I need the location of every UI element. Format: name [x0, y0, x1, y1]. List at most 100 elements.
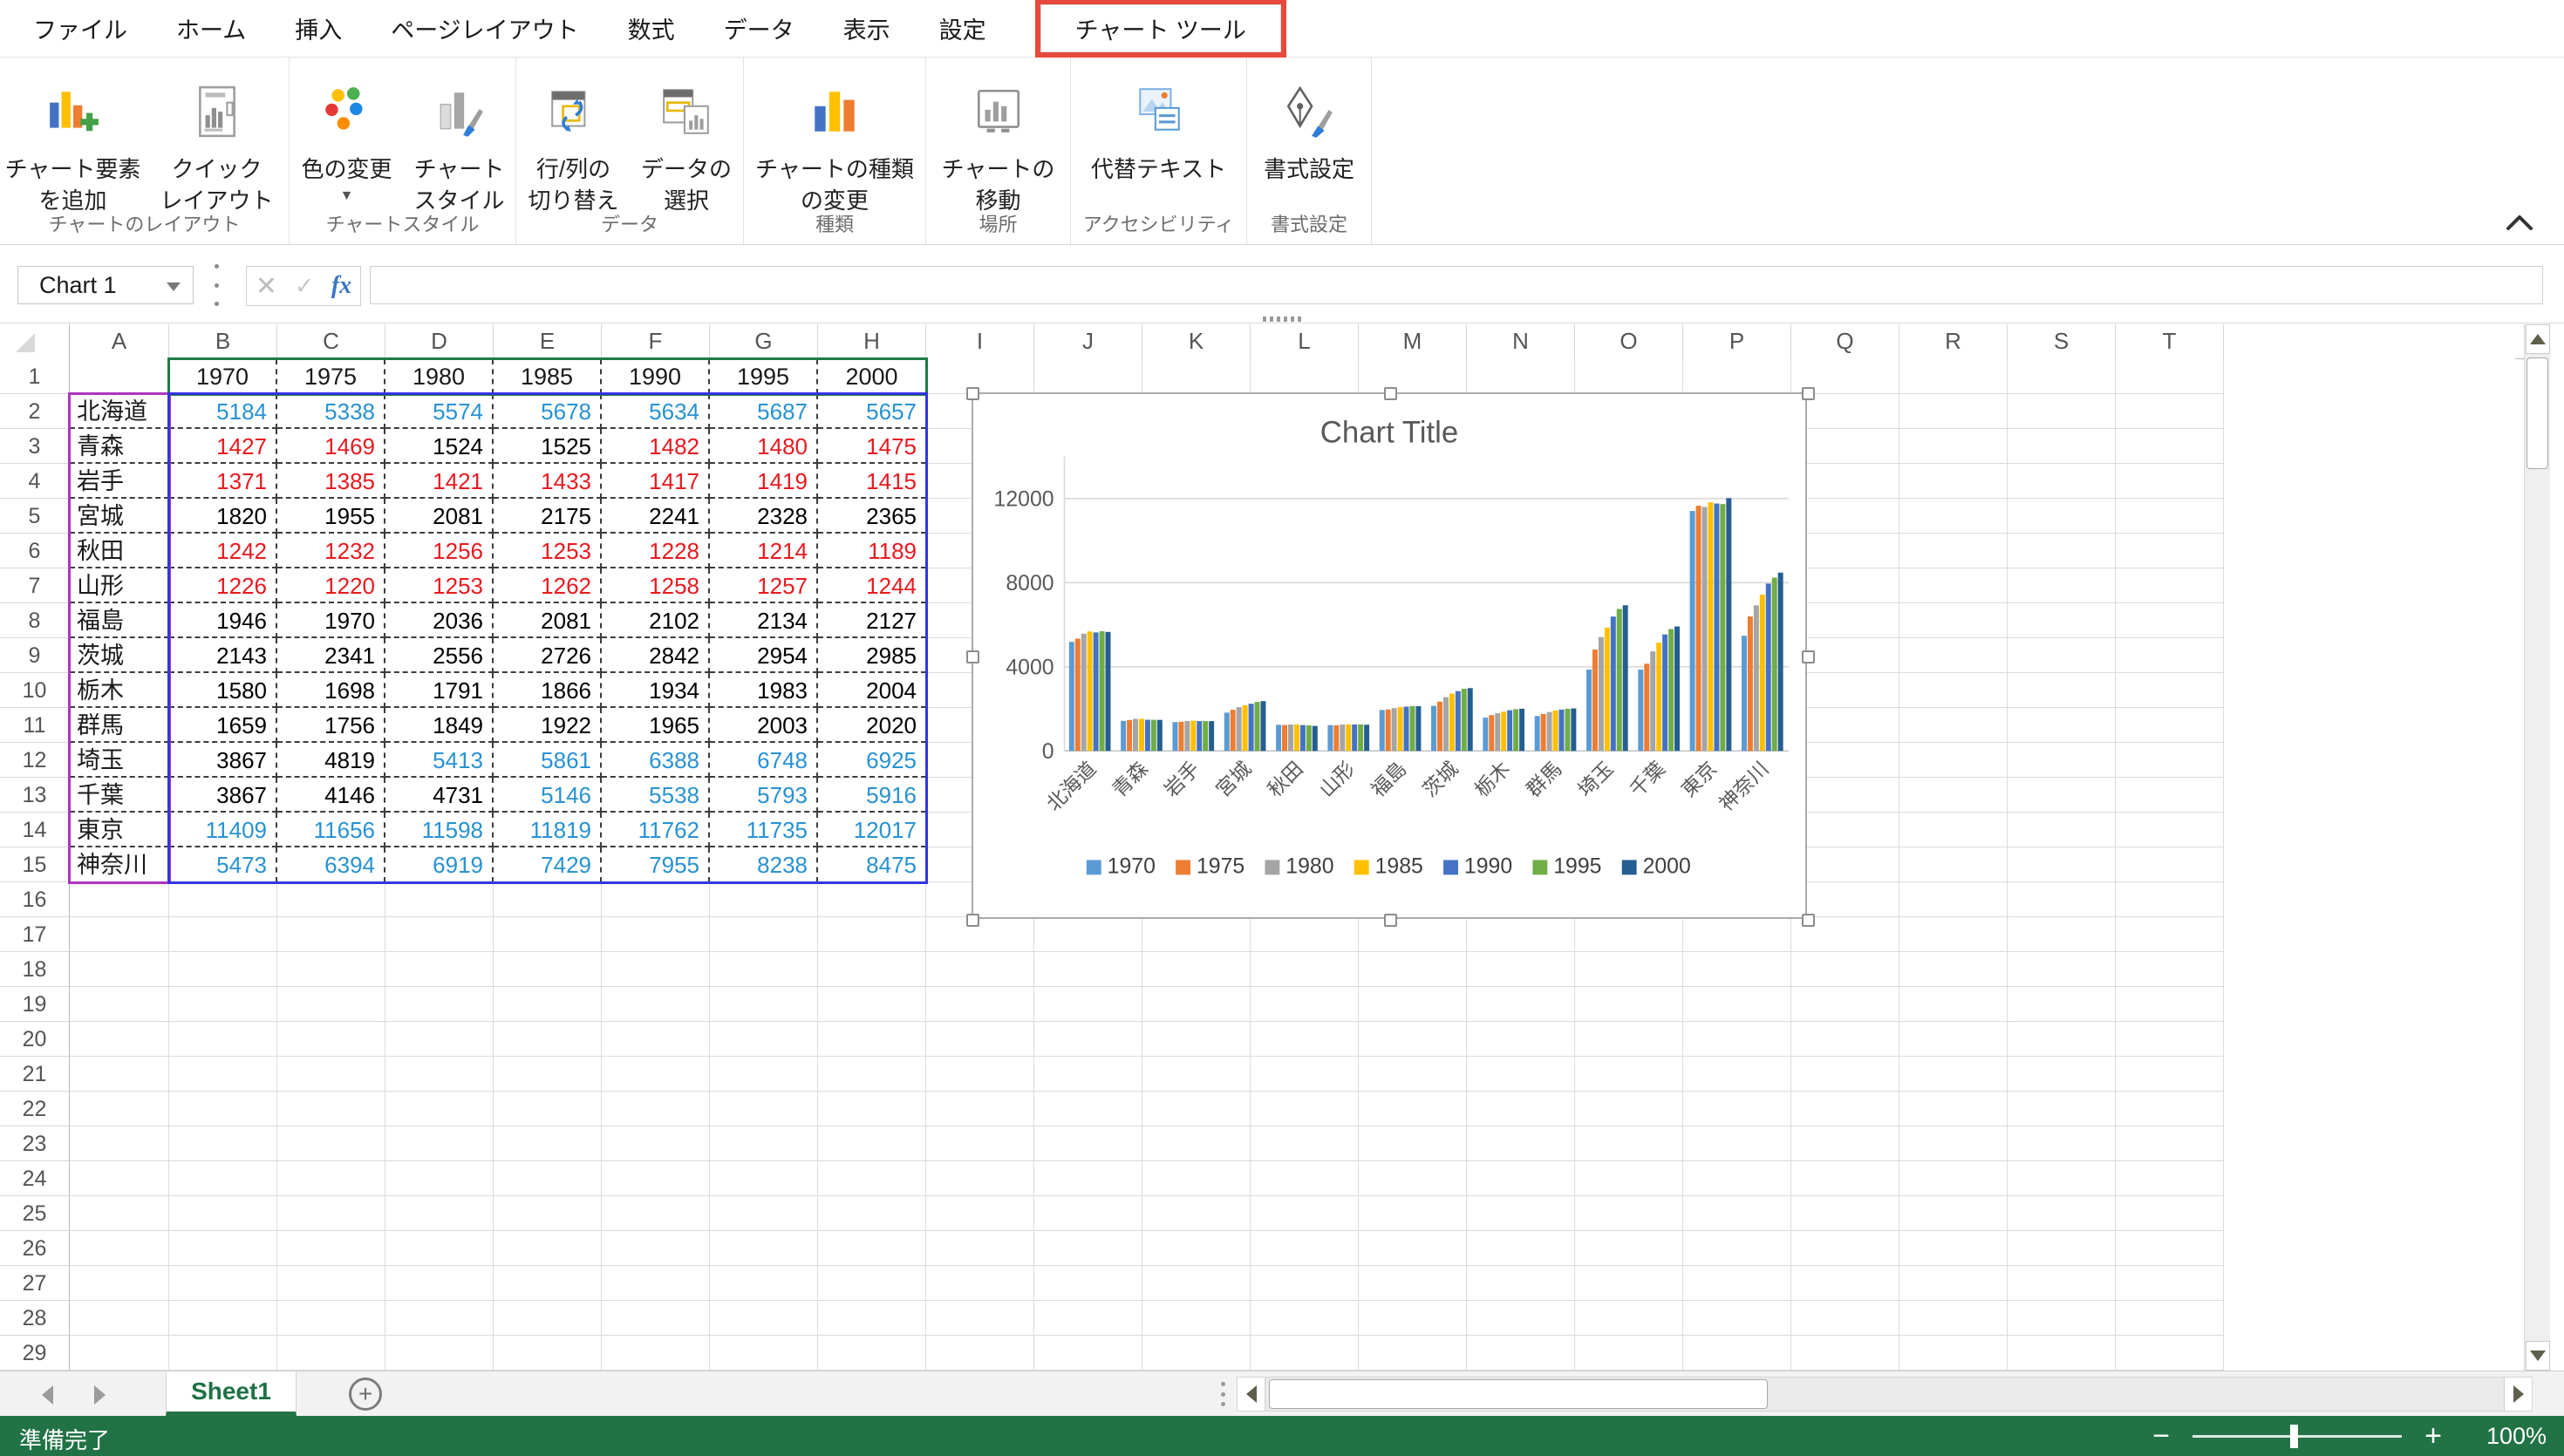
bar-2000-岩手[interactable] [1209, 721, 1214, 751]
cell-G20[interactable] [710, 1022, 818, 1057]
cell-G7[interactable]: 1257 [710, 568, 818, 603]
cell-D4[interactable]: 1421 [385, 464, 494, 499]
chart-resize-handle-0[interactable] [966, 387, 979, 400]
cell-A2[interactable]: 北海道 [70, 394, 169, 429]
bar-1980-千葉[interactable] [1650, 651, 1655, 751]
cell-A27[interactable] [70, 1266, 169, 1301]
cell-P1[interactable] [1683, 359, 1791, 394]
cell-H8[interactable]: 2127 [818, 603, 926, 638]
cell-D13[interactable]: 4731 [385, 778, 494, 813]
bar-1980-福島[interactable] [1392, 708, 1397, 751]
cell-A26[interactable] [70, 1231, 169, 1266]
cell-L27[interactable] [1251, 1266, 1359, 1301]
cell-C13[interactable]: 4146 [277, 778, 385, 813]
cell-R15[interactable] [1899, 847, 2008, 882]
legend-label-1970[interactable]: 1970 [1108, 854, 1156, 878]
zoom-slider[interactable] [2192, 1435, 2402, 1438]
prev-sheet-icon[interactable] [42, 1385, 53, 1405]
cell-R6[interactable] [1899, 534, 2008, 568]
cell-K17[interactable] [1142, 917, 1251, 952]
cell-O20[interactable] [1575, 1022, 1683, 1057]
cell-G16[interactable] [710, 882, 818, 917]
chart-resize-handle-3[interactable] [966, 650, 979, 663]
cell-P23[interactable] [1683, 1126, 1791, 1161]
cell-K28[interactable] [1142, 1301, 1251, 1336]
bar-1970-青森[interactable] [1121, 721, 1126, 751]
cell-A15[interactable]: 神奈川 [70, 847, 169, 882]
bar-1975-埼玉[interactable] [1592, 650, 1598, 751]
cell-Q27[interactable] [1791, 1266, 1899, 1301]
cell-F7[interactable]: 1258 [602, 568, 710, 603]
cell-T21[interactable] [2116, 1057, 2224, 1092]
ribbon-button-switch-row-column[interactable]: 行/列の切り替え [517, 70, 631, 216]
cell-J17[interactable] [1034, 917, 1142, 952]
cell-F19[interactable] [602, 987, 710, 1022]
bar-1995-茨城[interactable] [1462, 689, 1467, 751]
bar-1995-秋田[interactable] [1306, 725, 1312, 751]
column-header-L[interactable]: L [1251, 324, 1359, 359]
cell-H16[interactable] [818, 882, 926, 917]
cell-I18[interactable] [926, 952, 1034, 987]
row-header-18[interactable]: 18 [0, 952, 70, 987]
cell-D8[interactable]: 2036 [385, 603, 494, 638]
bar-1970-埼玉[interactable] [1586, 670, 1592, 751]
bar-1975-栃木[interactable] [1489, 715, 1494, 751]
column-header-R[interactable]: R [1899, 324, 2008, 359]
cell-T18[interactable] [2116, 952, 2224, 987]
cell-D3[interactable]: 1524 [385, 429, 494, 464]
cell-K24[interactable] [1142, 1161, 1251, 1196]
cell-B2[interactable]: 5184 [169, 394, 277, 429]
bar-1980-埼玉[interactable] [1599, 637, 1604, 752]
cell-P18[interactable] [1683, 952, 1791, 987]
vertical-scrollbar[interactable] [2524, 324, 2550, 1371]
cell-F20[interactable] [602, 1022, 710, 1057]
cell-P20[interactable] [1683, 1022, 1791, 1057]
cell-L21[interactable] [1251, 1057, 1359, 1092]
cell-G25[interactable] [710, 1196, 818, 1231]
cell-C27[interactable] [277, 1266, 385, 1301]
row-header-28[interactable]: 28 [0, 1301, 70, 1336]
cell-K18[interactable] [1142, 952, 1251, 987]
cell-T8[interactable] [2116, 603, 2224, 638]
cell-R14[interactable] [1899, 813, 2008, 847]
cell-Q19[interactable] [1791, 987, 1899, 1022]
menu-tab-8[interactable]: チャート ツール [1035, 0, 1286, 58]
cell-A25[interactable] [70, 1196, 169, 1231]
bar-1995-埼玉[interactable] [1617, 609, 1622, 751]
cell-F2[interactable]: 5634 [602, 394, 710, 429]
bar-1995-北海道[interactable] [1100, 631, 1105, 751]
bar-2000-北海道[interactable] [1106, 632, 1111, 751]
add-sheet-button[interactable]: + [349, 1378, 382, 1411]
cell-I22[interactable] [926, 1092, 1034, 1126]
cell-D25[interactable] [385, 1196, 494, 1231]
cell-L1[interactable] [1251, 359, 1359, 394]
bar-1990-山形[interactable] [1352, 725, 1357, 751]
bar-1980-神奈川[interactable] [1754, 605, 1759, 751]
cell-B20[interactable] [169, 1022, 277, 1057]
cell-R29[interactable] [1899, 1336, 2008, 1371]
cell-B29[interactable] [169, 1336, 277, 1371]
cell-O28[interactable] [1575, 1301, 1683, 1336]
cell-F26[interactable] [602, 1231, 710, 1266]
cell-D16[interactable] [385, 882, 494, 917]
scroll-up-icon[interactable] [2526, 324, 2550, 354]
cell-R5[interactable] [1899, 499, 2008, 534]
row-header-21[interactable]: 21 [0, 1057, 70, 1092]
cell-F14[interactable]: 11762 [602, 813, 710, 847]
cell-J19[interactable] [1034, 987, 1142, 1022]
cell-Q16[interactable] [1791, 882, 1899, 917]
cell-P21[interactable] [1683, 1057, 1791, 1092]
cell-K22[interactable] [1142, 1092, 1251, 1126]
cell-H14[interactable]: 12017 [818, 813, 926, 847]
zoom-percentage[interactable]: 100% [2472, 1423, 2547, 1450]
cell-G3[interactable]: 1480 [710, 429, 818, 464]
cell-O18[interactable] [1575, 952, 1683, 987]
cell-G27[interactable] [710, 1266, 818, 1301]
column-header-N[interactable]: N [1467, 324, 1575, 359]
cell-S25[interactable] [2008, 1196, 2116, 1231]
bar-1985-山形[interactable] [1346, 725, 1351, 751]
cell-H27[interactable] [818, 1266, 926, 1301]
bar-1990-千葉[interactable] [1662, 635, 1667, 752]
cell-H7[interactable]: 1244 [818, 568, 926, 603]
cancel-icon[interactable]: ✕ [256, 271, 277, 302]
